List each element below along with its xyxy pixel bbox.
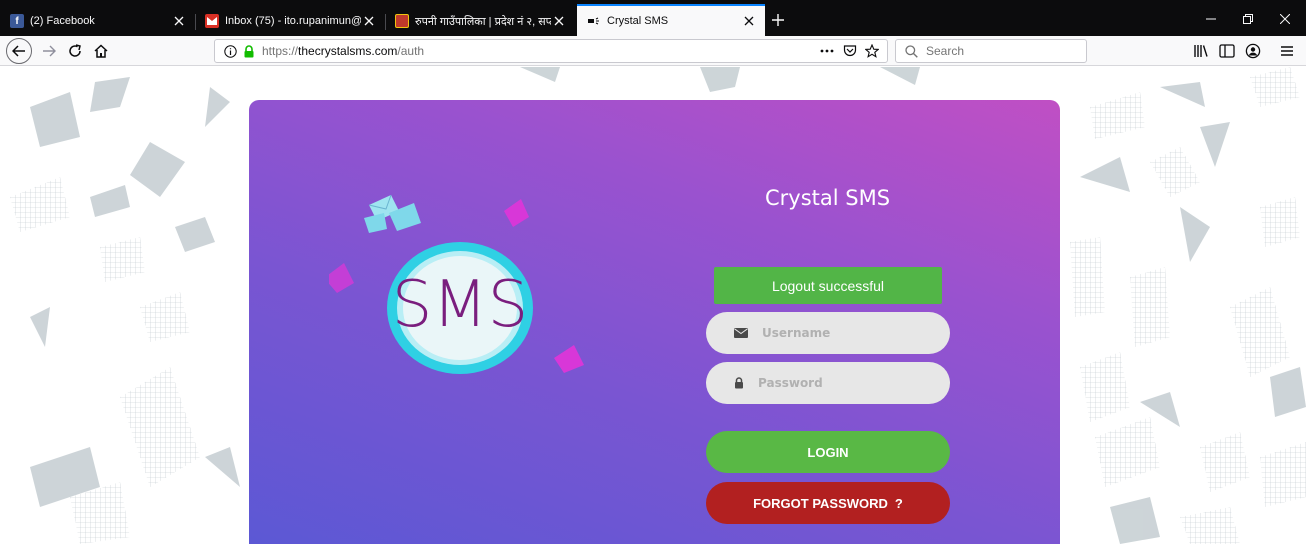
arrow-right-icon: [43, 45, 56, 57]
tab-gmail[interactable]: Inbox (75) - ito.rupanimun@gmail.com: [195, 6, 385, 36]
forward-button[interactable]: [36, 39, 62, 63]
tab-strip: f (2) Facebook Inbox (75) - ito.rupanimu…: [0, 0, 1306, 36]
restore-button[interactable]: [1233, 6, 1263, 32]
reload-button[interactable]: [62, 39, 88, 63]
password-input[interactable]: [758, 376, 928, 390]
page-viewport: SMS Crystal SMS Logout successful LOGIN …: [0, 67, 1306, 544]
url-text[interactable]: https://thecrystalsms.com/auth: [262, 44, 424, 58]
tab-title: रुपनी गाउँपालिका | प्रदेश नं २, सप्तरी: [415, 15, 551, 28]
tab-crystal-sms[interactable]: Crystal SMS: [577, 4, 765, 36]
home-icon: [94, 44, 108, 58]
forgot-password-label: FORGOT PASSWORD: [753, 495, 888, 511]
close-icon: [1280, 14, 1290, 24]
envelope-icon: [734, 328, 748, 338]
plus-icon: [772, 14, 784, 26]
speaker-icon: [587, 14, 601, 28]
logout-success-alert: Logout successful: [714, 267, 942, 304]
library-button[interactable]: [1188, 39, 1214, 63]
lock-icon: [734, 377, 744, 389]
menu-button[interactable]: [1274, 39, 1300, 63]
tab-title: (2) Facebook: [30, 15, 95, 27]
close-icon[interactable]: [171, 13, 187, 29]
back-button[interactable]: [6, 38, 32, 64]
url-host: thecrystalsms.com: [298, 44, 398, 58]
url-path: /auth: [397, 44, 425, 58]
pocket-icon[interactable]: [843, 44, 857, 58]
library-icon: [1194, 45, 1208, 57]
login-card: SMS Crystal SMS Logout successful LOGIN …: [249, 100, 1060, 544]
home-button[interactable]: [88, 39, 114, 63]
tab-rupani[interactable]: रुपनी गाउँपालिका | प्रदेश नं २, सप्तरी: [385, 6, 575, 36]
close-icon[interactable]: [551, 13, 567, 29]
url-scheme: https://: [262, 44, 299, 58]
account-button[interactable]: [1240, 39, 1266, 63]
search-bar[interactable]: [895, 39, 1087, 63]
close-window-button[interactable]: [1270, 6, 1300, 32]
gmail-icon: [205, 14, 219, 28]
username-field[interactable]: [706, 312, 950, 354]
close-icon[interactable]: [741, 13, 757, 29]
url-bar[interactable]: https://thecrystalsms.com/auth: [214, 39, 888, 63]
restore-icon: [1243, 14, 1253, 24]
account-icon: [1245, 43, 1261, 59]
tab-facebook[interactable]: f (2) Facebook: [0, 6, 195, 36]
brand-title: Crystal SMS: [764, 186, 891, 210]
close-icon[interactable]: [361, 13, 377, 29]
tab-title: Crystal SMS: [607, 15, 669, 27]
logo-text: SMS: [392, 268, 528, 342]
search-icon: [905, 44, 918, 58]
search-input[interactable]: [926, 44, 1076, 58]
sidebar-icon: [1219, 44, 1235, 58]
lock-icon[interactable]: [243, 44, 255, 58]
minimize-button[interactable]: [1196, 6, 1226, 32]
username-input[interactable]: [762, 326, 932, 340]
page-actions-icon[interactable]: [820, 45, 834, 57]
bookmark-star-icon[interactable]: [865, 44, 879, 58]
facebook-icon: f: [10, 14, 24, 28]
arrow-left-icon: [12, 45, 25, 57]
password-field[interactable]: [706, 362, 950, 404]
sidebar-button[interactable]: [1214, 39, 1240, 63]
hamburger-menu-icon: [1281, 46, 1293, 56]
new-tab-button[interactable]: [764, 6, 792, 34]
navigation-toolbar: https://thecrystalsms.com/auth: [0, 36, 1306, 66]
sms-logo: SMS: [329, 194, 584, 374]
emblem-icon: [395, 14, 409, 28]
reload-icon: [69, 44, 81, 57]
forgot-password-button[interactable]: FORGOT PASSWORD ?: [706, 482, 950, 524]
info-icon[interactable]: [224, 44, 237, 58]
minimize-icon: [1206, 18, 1216, 20]
question-icon: ?: [894, 495, 903, 511]
tab-title: Inbox (75) - ito.rupanimun@gmail.com: [225, 15, 361, 27]
login-button[interactable]: LOGIN: [706, 431, 950, 473]
